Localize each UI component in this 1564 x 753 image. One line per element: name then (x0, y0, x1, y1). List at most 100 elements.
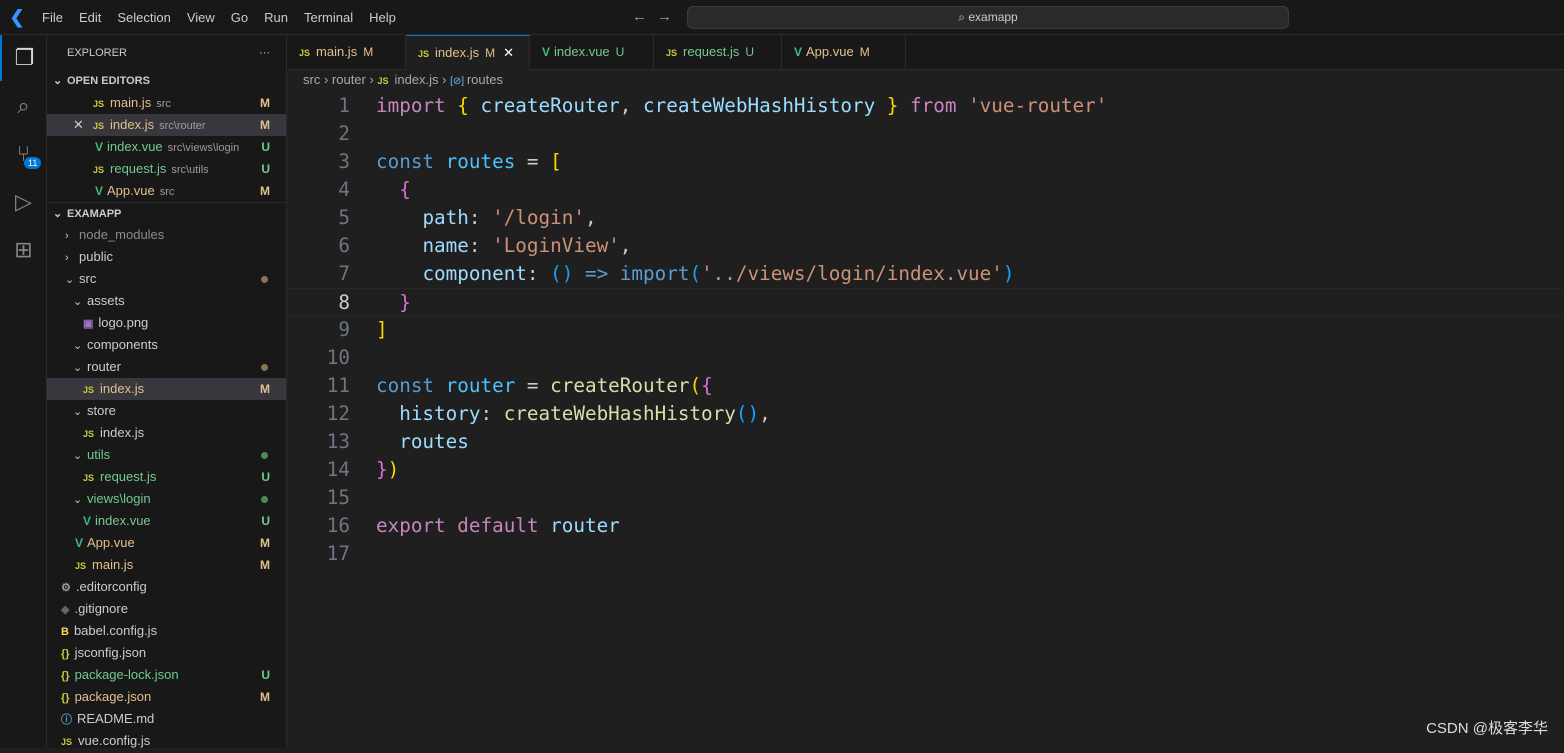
forward-arrow-icon[interactable]: → (657, 8, 682, 25)
line-number: 17 (326, 542, 350, 565)
menu-edit[interactable]: Edit (71, 10, 109, 25)
line-text: }) (376, 456, 399, 484)
extensions-icon[interactable]: ⊞ (0, 227, 47, 273)
line-text: { (376, 176, 411, 204)
code-token: [ (550, 150, 562, 173)
line-number: 13 (326, 430, 350, 453)
open-editor-item[interactable]: V App.vue src M (47, 180, 286, 202)
breadcrumb-item[interactable]: router (332, 72, 366, 87)
file-item[interactable]: ⓘ README.md (47, 708, 286, 730)
code-token: name (422, 234, 469, 257)
open-editor-item[interactable]: JS main.js src M (47, 92, 286, 114)
file-item[interactable]: JS main.js M (47, 554, 286, 576)
git-status: M (260, 184, 270, 198)
tab-index-js[interactable]: JS index.js M ✕ (406, 35, 530, 70)
item-name: main.js (92, 557, 134, 572)
file-item[interactable]: ▣ logo.png (47, 312, 286, 334)
file-name: App.vue (107, 183, 155, 198)
project-section[interactable]: ⌄ EXAMAPP (47, 202, 286, 224)
line-number: 5 (338, 206, 350, 229)
item-name: index.js (100, 425, 145, 440)
menu-terminal[interactable]: Terminal (296, 10, 361, 25)
tab-index-vue[interactable]: Vindex.vue U (530, 35, 654, 70)
code-line: 10 (287, 344, 1564, 372)
folder-item[interactable]: › node_modules (47, 224, 286, 246)
folder-item[interactable]: ⌄ views\login (47, 488, 286, 510)
code-line: 5 path: '/login', (287, 204, 1564, 232)
item-name: public (79, 249, 113, 264)
code-token: : (480, 402, 504, 425)
tab-label: main.js (316, 44, 358, 59)
tab-status: M (859, 45, 870, 59)
file-item[interactable]: {} jsconfig.json (47, 642, 286, 664)
close-tab-icon[interactable]: ✕ (503, 45, 514, 60)
folder-item[interactable]: ⌄ store (47, 400, 286, 422)
back-arrow-icon[interactable]: ← (632, 8, 657, 25)
file-item[interactable]: {} package.json M (47, 686, 286, 708)
more-actions-icon[interactable]: ··· (259, 42, 270, 64)
menu-view[interactable]: View (179, 10, 223, 25)
run-debug-icon[interactable]: ▷ (0, 179, 47, 225)
code-editor[interactable]: 1 import { createRouter, createWebHashHis… (287, 92, 1564, 568)
menu-run[interactable]: Run (256, 10, 296, 25)
file-item[interactable]: ◆ .gitignore (47, 598, 286, 620)
file-path: src\views\login (167, 142, 240, 154)
open-editors-section[interactable]: ⌄ OPEN EDITORS (47, 70, 286, 92)
search-icon[interactable]: ⌕ (0, 83, 47, 129)
command-center-search[interactable]: ⌕ examapp (687, 6, 1289, 29)
git-status: U (261, 140, 270, 154)
js-file-icon: JS (93, 99, 105, 109)
file-item[interactable]: Bbabel.config.js (47, 620, 286, 642)
file-item[interactable]: Vindex.vue U (47, 510, 286, 532)
item-name: src (79, 271, 97, 286)
tab-main-js[interactable]: JS main.js M (287, 35, 406, 70)
folder-item[interactable]: ⌄ src (47, 268, 286, 290)
item-name: components (87, 337, 158, 352)
file-item[interactable]: {} package-lock.json U (47, 664, 286, 686)
git-status: M (260, 558, 270, 572)
code-token: = (515, 150, 551, 173)
code-token: } (886, 94, 899, 117)
line-number: 8 (338, 291, 350, 314)
js-file-icon: JS (418, 49, 430, 59)
code-token: export (376, 514, 446, 537)
explorer-icon[interactable]: ❐ (0, 35, 47, 81)
open-editor-item[interactable]: Vindex.vue src\views\login U (47, 136, 286, 158)
file-item[interactable]: ⚙ .editorconfig (47, 576, 286, 598)
folder-item[interactable]: ⌄ components (47, 334, 286, 356)
line-number: 12 (326, 402, 350, 425)
menu-file[interactable]: File (34, 10, 71, 25)
source-control-icon[interactable]: ⑂ 11 (0, 131, 47, 177)
breadcrumb-item[interactable]: index.js (394, 72, 438, 87)
js-file-icon: JS (93, 165, 105, 175)
open-editor-item[interactable]: ✕ JS index.js src\router M (47, 114, 286, 136)
file-item[interactable]: JS index.js M (47, 378, 286, 400)
code-token: { (399, 178, 411, 201)
menu-go[interactable]: Go (223, 10, 256, 25)
menu-help[interactable]: Help (361, 10, 404, 25)
folder-item[interactable]: ⌄ utils (47, 444, 286, 466)
code-line: 13 routes (287, 428, 1564, 456)
breadcrumb-item[interactable]: routes (467, 72, 503, 87)
search-label: examapp (968, 10, 1018, 24)
js-file-icon: JS (61, 737, 73, 747)
change-dot (261, 452, 268, 459)
tab-App-vue[interactable]: V App.vue M (782, 35, 906, 70)
folder-item[interactable]: › public (47, 246, 286, 268)
tab-request-js[interactable]: JS request.js U (654, 35, 782, 70)
file-item[interactable]: JS vue.config.js (47, 730, 286, 752)
code-token: { (701, 374, 713, 397)
file-item[interactable]: JS index.js (47, 422, 286, 444)
folder-item[interactable]: ⌄ assets (47, 290, 286, 312)
file-item[interactable]: V App.vue M (47, 532, 286, 554)
folder-item[interactable]: ⌄ router (47, 356, 286, 378)
line-number: 10 (326, 346, 350, 369)
close-icon[interactable]: ✕ (73, 114, 84, 136)
open-editor-item[interactable]: JS request.js src\utils U (47, 158, 286, 180)
code-token: default (457, 514, 539, 537)
breadcrumb-item[interactable]: src (303, 72, 320, 87)
file-item[interactable]: JS request.js U (47, 466, 286, 488)
menu-selection[interactable]: Selection (109, 10, 178, 25)
